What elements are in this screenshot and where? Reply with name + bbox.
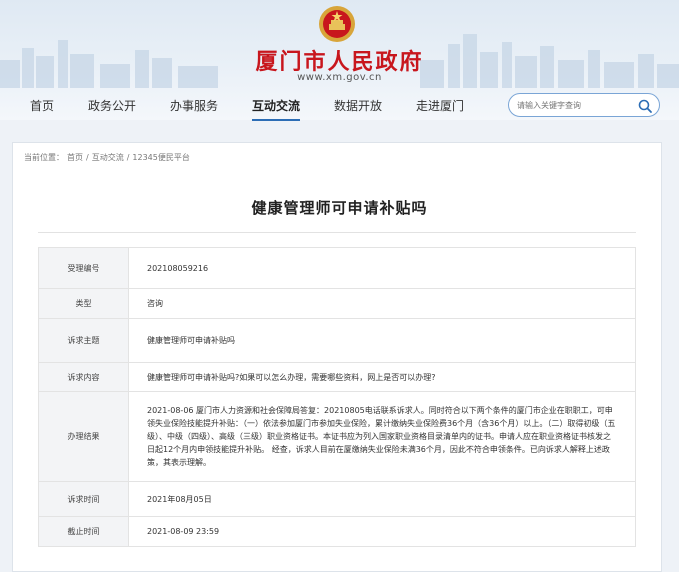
breadcrumb: 当前位置： 首页 / 互动交流/12345便民平台	[24, 152, 193, 163]
title-divider	[38, 232, 636, 233]
row-label: 诉求时间	[38, 481, 129, 517]
row-label: 诉求主题	[38, 318, 129, 363]
table-row: 诉求内容 健康管理师可申请补贴吗?如果可以怎么办理，需要哪些资料，网上是否可以办…	[38, 362, 636, 392]
row-value: 健康管理师可申请补贴吗?如果可以怎么办理，需要哪些资料，网上是否可以办理?	[128, 362, 636, 392]
row-value: 2021-08-09 23:59	[128, 516, 636, 547]
search-input[interactable]	[517, 97, 632, 113]
row-label: 诉求内容	[38, 362, 129, 392]
breadcrumb-separator: /	[86, 153, 89, 162]
search-icon[interactable]	[637, 98, 653, 114]
row-value: 2021年08月05日	[128, 481, 636, 517]
row-value: 咨询	[128, 288, 636, 319]
row-value: 2021-08-06 厦门市人力资源和社会保障局答复：20210805电话联系诉…	[128, 391, 636, 482]
breadcrumb-item-12345[interactable]: 12345便民平台	[132, 153, 189, 162]
nav-item-about-xiamen[interactable]: 走进厦门	[416, 97, 464, 114]
detail-table: 受理编号 202108059216 类型 咨询 诉求主题 健康管理师可申请补贴吗…	[38, 247, 636, 547]
search-box	[508, 93, 660, 117]
nav-item-gov-affairs[interactable]: 政务公开	[88, 97, 136, 114]
breadcrumb-item-home[interactable]: 首页	[67, 153, 83, 162]
table-row: 截止时间 2021-08-09 23:59	[38, 516, 636, 547]
nav-item-interaction[interactable]: 互动交流	[252, 97, 301, 121]
nav-item-services[interactable]: 办事服务	[170, 97, 218, 114]
row-label: 截止时间	[38, 516, 129, 547]
table-row: 办理结果 2021-08-06 厦门市人力资源和社会保障局答复：20210805…	[38, 391, 636, 482]
table-row: 受理编号 202108059216	[38, 247, 636, 289]
nav-item-open-data[interactable]: 数据开放	[334, 97, 382, 114]
breadcrumb-prefix: 当前位置：	[24, 153, 64, 162]
row-label: 办理结果	[38, 391, 129, 482]
page-title: 健康管理师可申请补贴吗	[251, 199, 428, 217]
row-value: 健康管理师可申请补贴吗	[128, 318, 636, 363]
national-emblem-icon	[319, 6, 355, 42]
row-value: 202108059216	[128, 247, 636, 289]
breadcrumb-item-interaction[interactable]: 互动交流	[92, 153, 124, 162]
site-domain: www.xm.gov.cn	[297, 72, 382, 83]
table-row: 诉求时间 2021年08月05日	[38, 481, 636, 517]
table-row: 类型 咨询	[38, 288, 636, 319]
row-label: 类型	[38, 288, 129, 319]
table-row: 诉求主题 健康管理师可申请补贴吗	[38, 318, 636, 363]
nav-item-home[interactable]: 首页	[30, 97, 54, 114]
breadcrumb-separator: /	[126, 153, 130, 162]
row-label: 受理编号	[38, 247, 129, 289]
